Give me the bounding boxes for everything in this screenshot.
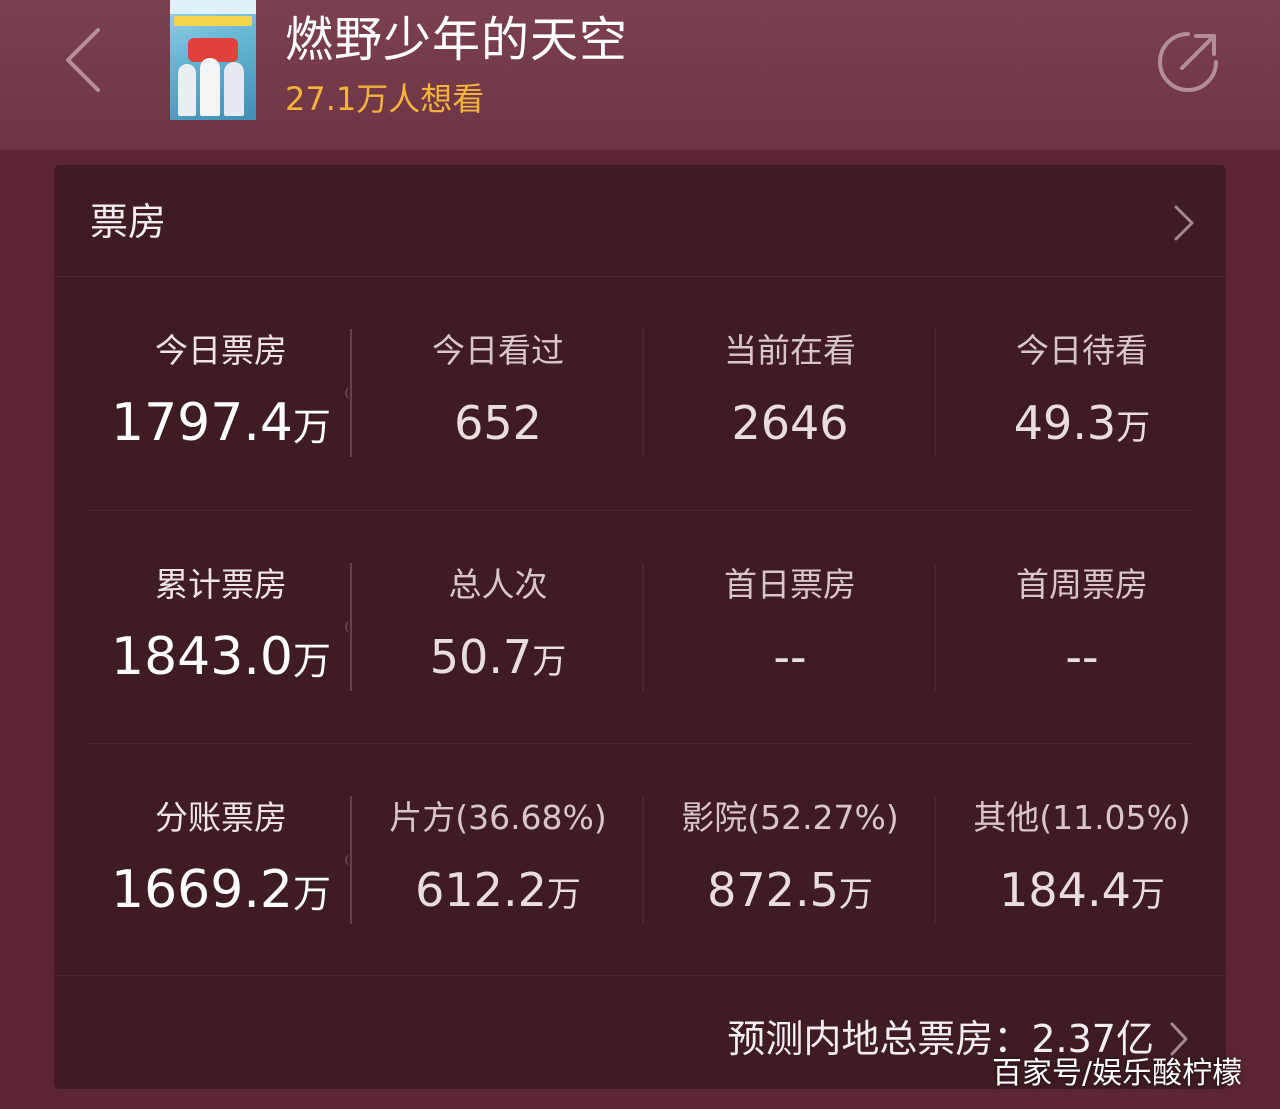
box-office-card: 票房 今日票房 1797.4万 今日看过 652 当前在看 2646 今日待看 …: [54, 165, 1226, 1089]
stats-row-total: 累计票房 1843.0万 总人次 50.7万 首日票房 -- 首周票房 --: [90, 510, 1190, 742]
stat-value: 612.2万: [415, 863, 581, 917]
stat-label: 首日票房: [724, 565, 856, 604]
stat-label: 总人次: [448, 565, 548, 604]
stat-today-watched: 今日看过 652: [352, 277, 644, 509]
movie-poster[interactable]: [170, 0, 256, 120]
stat-value: 652: [454, 396, 542, 450]
stat-label: 片方(36.68%): [389, 798, 607, 837]
stat-value: 49.3万: [1013, 396, 1151, 450]
stat-producer-share: 片方(36.68%) 612.2万: [352, 744, 644, 976]
movie-header: 燃野少年的天空 27.1万人想看: [0, 0, 1280, 150]
stat-label: 今日票房: [155, 331, 287, 370]
stat-today-pending: 今日待看 49.3万: [936, 277, 1228, 509]
stats-row-split: 分账票房 1669.2万 片方(36.68%) 612.2万 影院(52.27%…: [90, 743, 1191, 976]
stat-label: 首周票房: [1016, 565, 1148, 604]
stat-total-box-office: 累计票房 1843.0万: [90, 511, 352, 743]
share-icon: [1158, 32, 1218, 92]
stat-value: 1797.4万: [111, 393, 331, 453]
stat-value: --: [1065, 630, 1099, 684]
stat-label: 影院(52.27%): [681, 798, 899, 837]
stat-value: 1843.0万: [111, 627, 331, 687]
stat-total-admissions: 总人次 50.7万: [352, 511, 644, 743]
stat-today-box-office: 今日票房 1797.4万: [90, 277, 352, 509]
stat-cinema-share: 影院(52.27%) 872.5万: [644, 744, 936, 976]
stats-row-today: 今日票房 1797.4万 今日看过 652 当前在看 2646 今日待看 49.…: [90, 277, 1190, 509]
box-office-header[interactable]: 票房: [54, 165, 1226, 277]
stat-label: 今日待看: [1016, 331, 1148, 370]
stat-first-day-box-office: 首日票房 --: [644, 511, 936, 743]
stat-value: 1669.2万: [111, 860, 331, 920]
movie-title: 燃野少年的天空: [285, 12, 629, 68]
stat-now-watching: 当前在看 2646: [644, 277, 936, 509]
chevron-right-icon: [1174, 205, 1194, 241]
stat-first-week-box-office: 首周票房 --: [936, 511, 1228, 743]
stat-value: 2646: [731, 396, 849, 450]
box-office-title: 票房: [90, 200, 167, 244]
stat-value: 50.7万: [429, 630, 567, 684]
stat-label: 其他(11.05%): [973, 798, 1191, 837]
stat-value: --: [773, 630, 807, 684]
stat-value: 184.4万: [999, 863, 1165, 917]
want-to-watch-count: 27.1万人想看: [285, 80, 485, 118]
back-button[interactable]: [52, 20, 112, 100]
stat-other-share: 其他(11.05%) 184.4万: [936, 744, 1228, 976]
share-button[interactable]: [1152, 26, 1224, 98]
chevron-right-icon: [1170, 1022, 1188, 1056]
stat-label: 今日看过: [432, 331, 564, 370]
chevron-left-icon: [66, 28, 100, 92]
watermark: 百家号/娱乐酸柠檬: [992, 1056, 1243, 1091]
stat-label: 当前在看: [724, 331, 856, 370]
stat-split-box-office: 分账票房 1669.2万: [90, 744, 352, 976]
stat-value: 872.5万: [707, 863, 873, 917]
stat-label: 累计票房: [155, 565, 287, 604]
stat-label: 分账票房: [155, 798, 287, 837]
